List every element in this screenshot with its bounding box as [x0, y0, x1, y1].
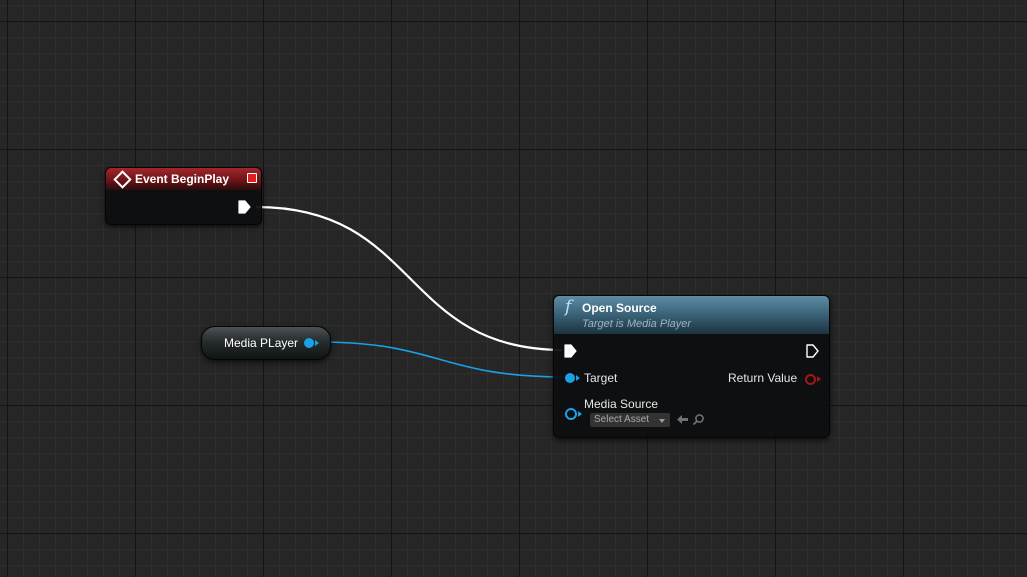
wire-layer: [255, 205, 566, 378]
exec-output-pin[interactable]: [237, 200, 251, 214]
use-selected-asset-arrow-icon[interactable]: [676, 413, 689, 426]
event-node-title: Event BeginPlay: [135, 172, 230, 186]
return-value-output-pin[interactable]: [805, 374, 821, 385]
media-source-pin-label: Media Source: [584, 397, 659, 411]
media-player-output-pin[interactable]: [304, 338, 319, 348]
media-source-input-pin[interactable]: [565, 408, 582, 420]
open-source-function-node[interactable]: f Open Source Target is Media Player Tar…: [553, 295, 830, 438]
target-input-pin[interactable]: [565, 373, 580, 383]
exec-input-pin[interactable]: [563, 344, 577, 358]
blueprint-graph-canvas[interactable]: Event BeginPlay Media PLayer f Open Sour…: [0, 0, 1027, 577]
event-beginplay-node[interactable]: Event BeginPlay: [105, 167, 262, 225]
function-node-header: f Open Source Target is Media Player: [554, 296, 829, 334]
delegate-output-pin[interactable]: [247, 173, 257, 183]
select-asset-label: Select Asset: [594, 414, 650, 425]
function-node-subtitle: Target is Media Player: [582, 318, 692, 330]
select-asset-dropdown[interactable]: Select Asset: [590, 413, 670, 427]
browse-search-icon[interactable]: [692, 413, 705, 426]
variable-label: Media PLayer: [224, 336, 299, 350]
exec-output-pin[interactable]: [805, 344, 819, 358]
function-icon: f: [565, 297, 572, 317]
chevron-down-icon: [659, 419, 665, 423]
target-pin-label: Target: [584, 371, 618, 385]
event-node-header: Event BeginPlay: [106, 168, 261, 190]
target-wire[interactable]: [317, 341, 566, 378]
media-player-variable-node[interactable]: Media PLayer: [201, 326, 331, 360]
event-icon: [113, 169, 132, 189]
function-node-title: Open Source: [582, 301, 657, 315]
return-value-pin-label: Return Value: [728, 371, 798, 385]
